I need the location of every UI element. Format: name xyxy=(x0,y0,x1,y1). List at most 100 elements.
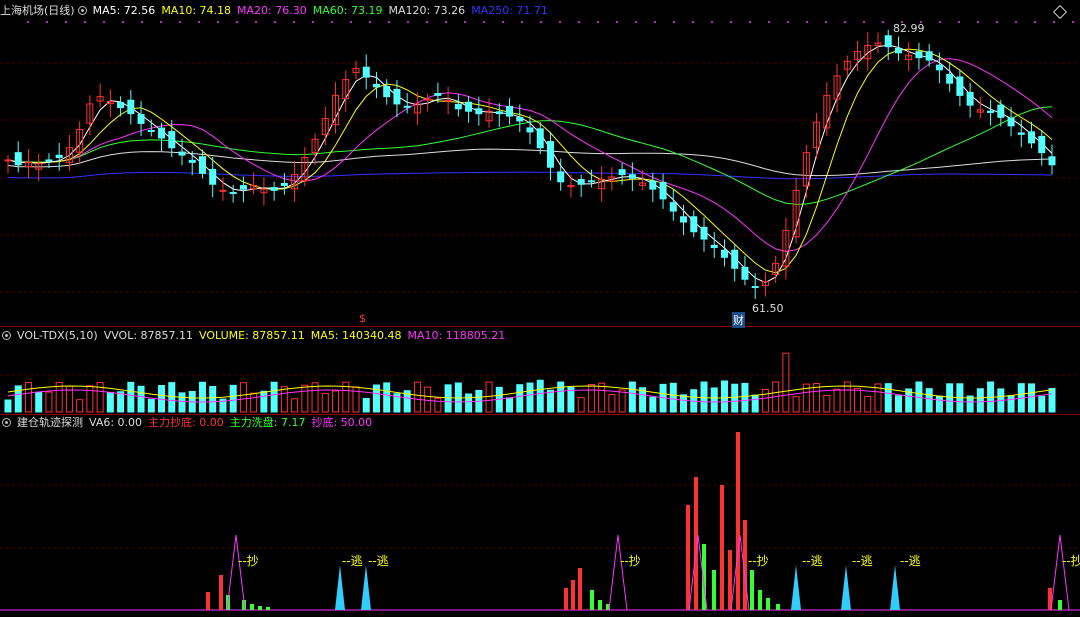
volume-bar xyxy=(168,382,176,413)
buy-signal-peak xyxy=(608,534,628,611)
top-marker-dot xyxy=(369,21,371,23)
chart-canvas[interactable]: --抄 --逃 --逃 --抄 --抄 --逃 --逃 --逃 --抄 xyxy=(0,0,1080,617)
candle-body xyxy=(956,76,964,96)
volume-bar xyxy=(946,383,954,413)
top-marker-dot xyxy=(654,21,656,23)
top-marker-dot xyxy=(464,21,466,23)
candle-body xyxy=(444,99,452,102)
top-marker-dot xyxy=(274,21,276,23)
candle-body xyxy=(720,249,728,258)
escape-signal-spike xyxy=(791,565,801,610)
candle-body xyxy=(700,226,708,240)
candle-body xyxy=(4,159,12,162)
top-marker-dot xyxy=(141,21,143,23)
top-marker-dot xyxy=(179,21,181,23)
candle-body xyxy=(424,98,432,101)
volume-bar xyxy=(577,397,585,413)
top-marker-dot xyxy=(730,21,732,23)
candle-body xyxy=(536,128,544,149)
top-marker-dot xyxy=(160,21,162,23)
top-marker-dot xyxy=(445,21,447,23)
high-price-label: 82.99 xyxy=(893,22,925,35)
top-marker-dot xyxy=(958,21,960,23)
candle-body xyxy=(925,51,933,61)
candle-body xyxy=(45,159,53,162)
candle-body xyxy=(997,104,1005,118)
bottom-buy-bar xyxy=(686,505,690,610)
candle-body xyxy=(117,102,125,109)
top-marker-dot xyxy=(331,21,333,23)
volume-bar xyxy=(260,390,268,413)
candle-body xyxy=(393,88,401,105)
top-marker-dot xyxy=(502,21,504,23)
candle-body xyxy=(239,185,247,190)
volume-bar xyxy=(198,381,206,413)
signal-label: --抄 xyxy=(238,554,259,568)
candle-body xyxy=(915,51,923,59)
volume-bar xyxy=(536,379,544,413)
bottom-buy-bar xyxy=(578,568,582,610)
candle-body xyxy=(557,171,565,183)
top-marker-dot xyxy=(84,21,86,23)
top-marker-dot xyxy=(825,21,827,23)
candle-body xyxy=(690,216,698,233)
volume-bar xyxy=(526,382,534,413)
top-marker-dot xyxy=(1053,21,1055,23)
top-marker-dot xyxy=(350,21,352,23)
candle-body xyxy=(884,35,892,48)
cai-marker[interactable]: 财 xyxy=(732,312,745,328)
top-marker-dot xyxy=(977,21,979,23)
candle-body xyxy=(1038,135,1046,154)
candle-body xyxy=(516,116,524,122)
candle-body xyxy=(1028,131,1036,144)
candle-body xyxy=(669,202,677,212)
volume-bar xyxy=(117,391,125,413)
volume-bar xyxy=(884,383,892,413)
volume-bar xyxy=(147,398,155,413)
volume-bar xyxy=(864,395,872,413)
volume-bar xyxy=(332,390,340,413)
ma5-line xyxy=(7,44,1053,284)
volume-bar xyxy=(434,397,442,413)
escape-signal-spike xyxy=(361,565,371,610)
bottom-buy-bar xyxy=(206,592,210,610)
top-marker-dot xyxy=(521,21,523,23)
top-marker-dot xyxy=(46,21,48,23)
volume-bar xyxy=(567,387,575,413)
top-marker-dot xyxy=(122,21,124,23)
candle-body xyxy=(434,93,442,96)
top-marker-dot xyxy=(483,21,485,23)
volume-bar xyxy=(649,396,657,413)
top-marker-dot xyxy=(407,21,409,23)
wash-bar xyxy=(598,600,602,610)
top-marker-dot xyxy=(711,21,713,23)
candle-body xyxy=(137,113,145,124)
volume-bar xyxy=(178,392,186,413)
volume-bar xyxy=(720,380,728,413)
candle-body xyxy=(209,168,217,185)
volume-bar xyxy=(35,391,43,413)
ma20-line xyxy=(7,58,1053,253)
signal-label: --逃 xyxy=(802,554,823,568)
signal-label: --逃 xyxy=(342,554,363,568)
volume-bar xyxy=(731,383,739,413)
candle-body xyxy=(710,244,718,249)
candle-body xyxy=(147,129,155,132)
volume-bar xyxy=(628,381,636,413)
volume-bar xyxy=(618,389,626,413)
volume-bar xyxy=(833,388,841,413)
top-marker-dot xyxy=(388,21,390,23)
top-marker-dot xyxy=(844,21,846,23)
top-marker-dot xyxy=(806,21,808,23)
volume-bar xyxy=(925,388,933,413)
candle-body xyxy=(526,127,534,133)
wash-bar xyxy=(766,598,770,610)
bottom-buy-bar xyxy=(219,575,223,610)
candle-body xyxy=(229,192,237,195)
candle-body xyxy=(188,159,196,163)
volume-bar xyxy=(106,392,114,413)
signal-label: --逃 xyxy=(368,554,389,568)
wash-bar xyxy=(266,607,270,610)
top-marker-dot xyxy=(65,21,67,23)
candle-body xyxy=(741,266,749,280)
